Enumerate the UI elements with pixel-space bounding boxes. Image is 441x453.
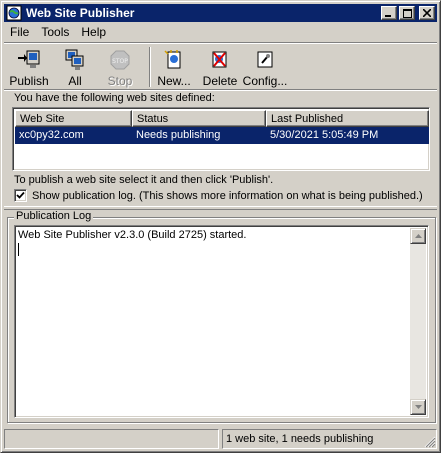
- delete-site-button[interactable]: Delete: [201, 45, 239, 89]
- toolbar: Publish All STOP Stop New... Delete Conf…: [4, 45, 437, 89]
- minimize-icon: [385, 15, 391, 17]
- maximize-button[interactable]: [399, 6, 415, 20]
- toolbar-separator-bottom: [4, 89, 437, 91]
- status-bar: 1 web site, 1 needs publishing: [4, 429, 437, 449]
- menu-bar: File Tools Help: [4, 23, 437, 42]
- arrow-up-icon: [414, 234, 422, 238]
- minimize-button[interactable]: [381, 6, 397, 20]
- new-site-icon: [164, 50, 181, 69]
- config-label: Config...: [242, 74, 288, 88]
- status-pane-left: [4, 429, 219, 449]
- resize-grip-icon[interactable]: [424, 436, 436, 448]
- status-pane-summary: 1 web site, 1 needs publishing: [222, 429, 437, 449]
- publish-icon: [18, 50, 40, 68]
- stop-label: Stop: [107, 74, 133, 88]
- app-window: Web Site Publisher File Tools Help Publi…: [0, 0, 441, 453]
- stop-button[interactable]: STOP Stop: [100, 45, 140, 89]
- publish-all-button[interactable]: All: [57, 45, 93, 89]
- close-icon: [423, 9, 431, 17]
- menu-file[interactable]: File: [4, 24, 35, 41]
- delete-label: Delete: [202, 74, 238, 88]
- globe-app-icon: [6, 5, 22, 21]
- publish-label: Publish: [9, 74, 49, 88]
- column-header-web-site[interactable]: Web Site: [15, 110, 132, 127]
- publish-all-label: All: [68, 74, 82, 88]
- scroll-up-button[interactable]: [410, 228, 426, 244]
- svg-text:STOP: STOP: [112, 58, 128, 65]
- log-text: Web Site Publisher v2.3.0 (Build 2725) s…: [18, 229, 247, 241]
- checkmark-icon: [16, 191, 25, 199]
- cell-status: Needs publishing: [136, 129, 221, 141]
- column-header-status[interactable]: Status: [132, 110, 266, 127]
- cell-web-site: xc0py32.com: [19, 129, 84, 141]
- title-bar[interactable]: Web Site Publisher: [4, 4, 437, 22]
- stop-icon: STOP: [110, 50, 130, 70]
- toolbar-divider: [149, 47, 151, 87]
- close-button[interactable]: [419, 6, 435, 20]
- config-icon: [257, 51, 273, 68]
- menu-help[interactable]: Help: [75, 24, 112, 41]
- show-log-checkbox[interactable]: [14, 189, 27, 202]
- scroll-down-button[interactable]: [410, 399, 426, 415]
- cell-last-published: 5/30/2021 5:05:49 PM: [270, 129, 379, 141]
- arrow-down-icon: [414, 405, 422, 409]
- show-log-label[interactable]: Show publication log. (This shows more i…: [32, 190, 423, 202]
- column-header-last-published[interactable]: Last Published: [266, 110, 429, 127]
- sites-intro-label: You have the following web sites defined…: [14, 92, 215, 104]
- text-caret: [18, 243, 19, 256]
- menu-tools[interactable]: Tools: [35, 24, 75, 41]
- window-title: Web Site Publisher: [26, 6, 135, 20]
- web-sites-list[interactable]: Web Site Status Last Published xc0py32.c…: [12, 107, 430, 171]
- publication-log-textarea[interactable]: Web Site Publisher v2.3.0 (Build 2725) s…: [14, 225, 429, 418]
- show-log-option[interactable]: Show publication log. (This shows more i…: [14, 189, 423, 202]
- toolbar-separator: [4, 42, 437, 44]
- new-site-label: New...: [157, 74, 191, 88]
- delete-icon: [212, 51, 227, 68]
- list-header: Web Site Status Last Published: [15, 110, 429, 127]
- publish-all-icon: [65, 49, 84, 70]
- publish-instructions: To publish a web site select it and then…: [14, 174, 274, 186]
- maximize-icon: [402, 8, 412, 18]
- new-site-button[interactable]: New...: [156, 45, 192, 89]
- publish-button[interactable]: Publish: [7, 45, 51, 89]
- publication-log-label: Publication Log: [14, 210, 94, 222]
- config-button[interactable]: Config...: [242, 45, 288, 89]
- table-row[interactable]: xc0py32.com Needs publishing 5/30/2021 5…: [15, 127, 429, 144]
- log-vertical-scrollbar[interactable]: [410, 228, 426, 415]
